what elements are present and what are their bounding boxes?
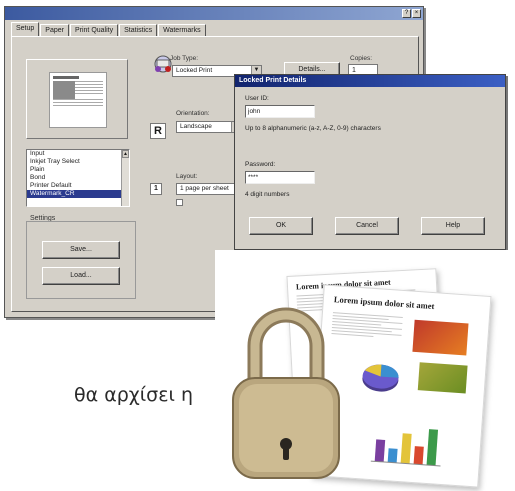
document-front-title: Lorem ipsum dolor sit amet [333, 294, 435, 312]
orientation-value: Landscape [180, 123, 212, 130]
photo-thumbnail-red [412, 319, 469, 356]
preview-page-icon [49, 72, 107, 128]
orientation-label: Orientation: [176, 110, 210, 117]
layout-label: Layout: [176, 173, 198, 180]
help-title-button[interactable]: ? [402, 9, 411, 18]
tab-strip: Setup Paper Print Quality Statistics Wat… [11, 22, 207, 36]
list-item[interactable]: Input [27, 150, 129, 158]
layout-checkbox[interactable] [176, 199, 183, 206]
copies-label: Copies: [350, 55, 373, 62]
orientation-icon: R [150, 123, 166, 139]
password-value: **** [248, 174, 259, 181]
bar-mark [400, 433, 412, 464]
settings-group [26, 221, 136, 299]
password-field[interactable]: **** [245, 171, 315, 184]
list-item-selected[interactable]: Watermark_CR [27, 190, 129, 198]
locked-print-details-dialog: Locked Print Details User ID: john Up to… [234, 74, 506, 250]
save-button[interactable]: Save... [42, 241, 120, 259]
layout-select[interactable]: 1 page per sheet [176, 183, 242, 195]
tab-watermarks[interactable]: Watermarks [158, 24, 206, 36]
tab-print-quality[interactable]: Print Quality [69, 24, 119, 36]
bar-mark [374, 439, 386, 462]
caption-text: θα αρχίσει η [74, 384, 194, 406]
help-button[interactable]: Help [421, 217, 485, 235]
ok-button[interactable]: OK [249, 217, 313, 235]
user-id-hint: Up to 8 alphanumeric (a-z, A-Z, 0-9) cha… [245, 125, 381, 132]
orientation-select[interactable]: Landscape ▼ [176, 121, 242, 133]
list-item[interactable]: Plain [27, 166, 129, 174]
cancel-button[interactable]: Cancel [335, 217, 399, 235]
padlock-icon [232, 307, 340, 479]
settings-listbox[interactable]: Input Inkjet Tray Select Plain Bond Prin… [26, 149, 130, 207]
tab-statistics[interactable]: Statistics [119, 24, 158, 36]
dialog-title: Locked Print Details [239, 77, 307, 84]
tab-paper[interactable]: Paper [40, 24, 69, 36]
listbox-scrollbar[interactable]: ▲ [121, 150, 129, 206]
list-item[interactable]: Printer Default [27, 182, 129, 190]
list-item[interactable]: Bond [27, 174, 129, 182]
photo-thumbnail-green [417, 362, 468, 394]
window-title-bar[interactable]: ? × [5, 7, 423, 20]
copies-value: 1 [352, 67, 356, 74]
pie-chart-graphic [362, 364, 399, 392]
job-type-value: Locked Print [176, 67, 213, 74]
secure-print-illustration: Lorem ipsum dolor sit amet Lorem ipsum d… [215, 250, 515, 491]
close-icon[interactable]: × [412, 9, 421, 18]
job-type-icon [152, 51, 174, 77]
job-type-label: Job Type: [170, 55, 199, 62]
user-id-label: User ID: [245, 95, 269, 102]
user-id-value: john [248, 108, 261, 115]
bar-mark [413, 446, 424, 465]
scroll-up-icon[interactable]: ▲ [122, 150, 129, 158]
bar-chart-graphic [370, 429, 441, 467]
password-hint: 4 digit numbers [245, 191, 290, 198]
tab-setup[interactable]: Setup [11, 22, 40, 36]
bar-mark [387, 448, 398, 463]
layout-icon: 1 [150, 183, 162, 195]
user-id-input[interactable]: john [245, 105, 315, 118]
bar-mark [426, 429, 439, 466]
list-item[interactable]: Inkjet Tray Select [27, 158, 129, 166]
dialog-title-bar[interactable]: Locked Print Details [235, 75, 505, 87]
password-label: Password: [245, 161, 276, 168]
load-button[interactable]: Load... [42, 267, 120, 285]
layout-value: 1 page per sheet [180, 185, 229, 192]
page-preview [26, 59, 128, 139]
